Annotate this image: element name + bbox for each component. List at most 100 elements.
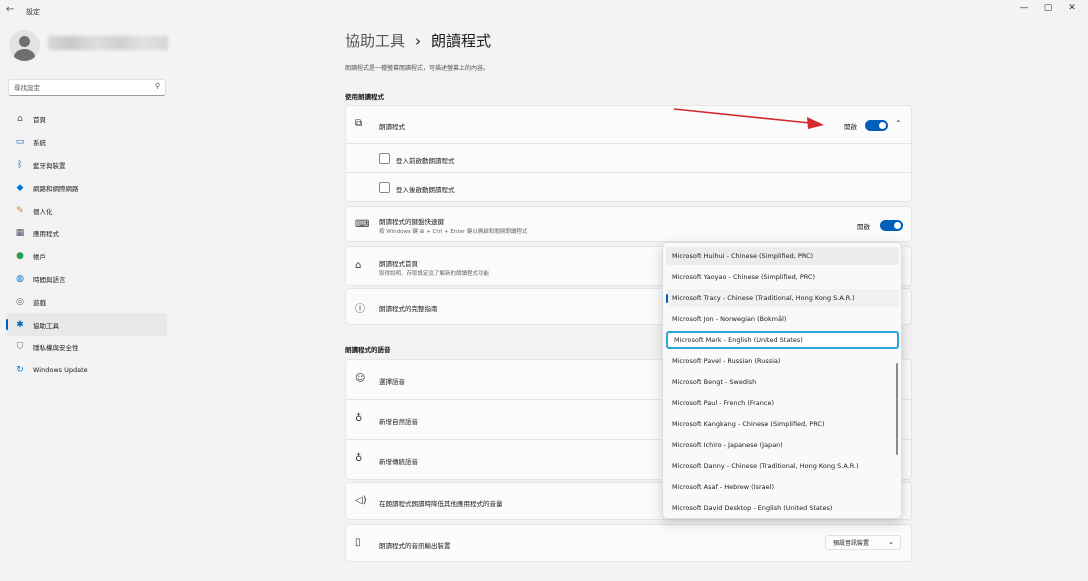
voice-option[interactable]: Microsoft Bengt - Swedish (666, 373, 899, 391)
sidebar-item-10[interactable]: ✱ 協助工具 (6, 313, 167, 336)
narrator-state: 開啟 (844, 123, 857, 131)
voice-option[interactable]: Microsoft Paul - French (France) (666, 394, 899, 412)
voice-option[interactable]: Microsoft Ichiro - Japanese (Japan) (666, 436, 899, 454)
chevron-up-icon[interactable]: ⌃ (895, 119, 902, 128)
shortcut-state: 開啟 (857, 223, 870, 231)
shortcut-subtitle: 按 Windows 鍵 ⊞ + Ctrl + Enter 鍵以開啟和關閉朗讀程式 (379, 229, 528, 235)
narrator-home-title: 朗讀程式首頁 (379, 260, 418, 268)
minimize-button[interactable]: — (1014, 3, 1034, 13)
voice-option[interactable]: Microsoft Jon - Norwegian (Bokmål) (666, 310, 899, 328)
bluetooth-icon: ᛒ (17, 159, 23, 170)
person-icon: ☺ (355, 373, 366, 384)
choose-voice-title: 選擇語音 (379, 378, 405, 386)
network-icon: ◆ (16, 182, 24, 193)
voice-option[interactable]: Microsoft Danny - Chinese (Traditional, … (666, 457, 899, 475)
legacy-voice-title: 新增傳統語音 (379, 458, 418, 466)
keyboard-icon: ⌨ (355, 219, 370, 230)
sidebar-item-6[interactable]: ▦ 應用程式 (6, 222, 167, 245)
search-input[interactable] (9, 80, 144, 95)
audio-device-icon: ▯ (355, 537, 361, 548)
sidebar-item-12[interactable]: ↻ Windows Update (6, 359, 167, 382)
voice-dropdown-list[interactable]: Microsoft Huihui - Chinese (Simplified, … (662, 242, 902, 519)
narrator-icon: ⧉ (355, 118, 363, 129)
speaker-icon: ◁) (355, 495, 367, 506)
home-icon: ⌂ (17, 114, 23, 125)
sidebar-item-label: 隱私權與安全性 (33, 344, 79, 353)
lower-volume-title: 在朗讀程式朗讀時降低其他應用程式的音量 (379, 500, 503, 508)
account-icon: ● (16, 251, 24, 262)
search-box[interactable]: ⚲ (8, 79, 166, 96)
avatar[interactable] (9, 30, 40, 61)
home-icon: ⌂ (355, 260, 362, 271)
accessibility-icon: ✱ (16, 319, 24, 330)
voice-option[interactable]: Microsoft Mark - English (United States) (666, 331, 899, 349)
chevron-down-icon: ⌄ (888, 538, 894, 546)
natural-voice-title: 新增自然語音 (379, 418, 418, 426)
section-title-use-narrator: 使用朗讀程式 (345, 93, 384, 101)
shield-icon: ⛉ (16, 342, 24, 353)
sidebar-item-4[interactable]: ◆ 網路和網際網路 (6, 176, 167, 199)
after-signin-checkbox[interactable] (379, 182, 390, 193)
voice-option[interactable]: Microsoft Huihui - Chinese (Simplified, … (666, 247, 899, 265)
audio-output-value: 預設音訊裝置 (833, 540, 870, 547)
breadcrumb-parent[interactable]: 協助工具 (345, 30, 405, 51)
before-signin-row: 登入前啟動朗讀程式 (346, 144, 911, 173)
shortcut-toggle[interactable] (880, 220, 903, 231)
update-icon: ↻ (16, 365, 24, 376)
close-button[interactable]: ✕ (1062, 3, 1082, 13)
sidebar-item-11[interactable]: ⛉ 隱私權與安全性 (6, 336, 167, 359)
sidebar-item-2[interactable]: ▭ 系統 (6, 131, 167, 154)
microphone-icon: ♁ (355, 453, 363, 464)
sidebar-nav: ⌂ 首頁 ▭ 系統 ᛒ 藍牙與裝置 ◆ 網路和網際網路 ✎ 個人化 ▦ 應用程式 ● 帳戶 ◍ 時間與語言 ◎ 遊… (6, 108, 167, 382)
shortcut-title: 朗讀程式的鍵盤快速鍵 (379, 218, 444, 226)
voice-option[interactable]: Microsoft Yaoyao - Chinese (Simplified, … (666, 268, 899, 286)
section-title-narrator-voice: 朗讀程式的語音 (345, 346, 391, 354)
sidebar-item-5[interactable]: ✎ 個人化 (6, 199, 167, 222)
sidebar-item-3[interactable]: ᛒ 藍牙與裝置 (6, 154, 167, 177)
maximize-button[interactable]: ▢ (1038, 3, 1058, 13)
sidebar-item-label: 網路和網際網路 (33, 184, 79, 193)
sidebar-item-label: 系統 (33, 139, 46, 148)
narrator-title: 朗讀程式 (379, 123, 405, 131)
app-title: 設定 (26, 8, 40, 16)
audio-output-title: 朗讀程式的音訊輸出裝置 (379, 542, 451, 550)
sidebar-item-7[interactable]: ● 帳戶 (6, 245, 167, 268)
voice-option[interactable]: Microsoft Tracy - Chinese (Traditional, … (666, 289, 899, 307)
sidebar-item-label: 應用程式 (33, 230, 59, 239)
before-signin-checkbox[interactable] (379, 153, 390, 164)
sidebar-item-label: 遊戲 (33, 298, 46, 307)
sidebar-item-label: 協助工具 (33, 321, 59, 330)
sidebar-item-1[interactable]: ⌂ 首頁 (6, 108, 167, 131)
search-icon: ⚲ (154, 82, 160, 90)
help-icon: ⓘ (355, 304, 365, 315)
after-signin-label: 登入後啟動朗讀程式 (396, 186, 455, 194)
shortcut-card: ⌨ 朗讀程式的鍵盤快速鍵 按 Windows 鍵 ⊞ + Ctrl + Ente… (345, 206, 912, 242)
sidebar-item-label: Windows Update (33, 366, 88, 375)
voice-option[interactable]: Microsoft David Desktop - English (Unite… (666, 499, 899, 517)
title-bar: ← 設定 — ▢ ✕ (0, 0, 1088, 22)
back-arrow-icon[interactable]: ← (6, 4, 14, 15)
after-signin-row: 登入後啟動朗讀程式 (346, 173, 911, 202)
apps-icon: ▦ (15, 228, 25, 239)
voice-option[interactable]: Microsoft Kangkang - Chinese (Simplified… (666, 415, 899, 433)
sidebar-item-label: 藍牙與裝置 (33, 161, 66, 170)
narrator-toggle[interactable] (865, 120, 888, 131)
voice-option[interactable]: Microsoft Pavel - Russian (Russia) (666, 352, 899, 370)
user-name-redacted (48, 36, 168, 50)
breadcrumb-separator: › (415, 31, 422, 50)
narrator-home-subtitle: 取得說明、存取設定及了解新的朗讀程式功能 (379, 271, 490, 277)
voice-option[interactable]: Microsoft Asaf - Hebrew (Israel) (666, 478, 899, 496)
microphone-icon: ♁ (355, 413, 363, 424)
narrator-guide-title: 朗讀程式的完整指南 (379, 305, 438, 313)
page-title: 朗讀程式 (431, 32, 492, 50)
gamepad-icon: ◎ (16, 296, 24, 307)
page-description: 朗讀程式是一種螢幕閱讀程式，可描述螢幕上的內容。 (345, 65, 490, 72)
sidebar-item-9[interactable]: ◎ 遊戲 (6, 290, 167, 313)
audio-output-dropdown[interactable]: 預設音訊裝置 ⌄ (825, 535, 901, 550)
sidebar-item-8[interactable]: ◍ 時間與語言 (6, 268, 167, 291)
before-signin-label: 登入前啟動朗讀程式 (396, 157, 455, 165)
system-icon: ▭ (15, 137, 25, 148)
annotation-arrow (673, 108, 824, 129)
sidebar-item-label: 個人化 (33, 207, 53, 216)
globe-time-icon: ◍ (16, 273, 24, 284)
